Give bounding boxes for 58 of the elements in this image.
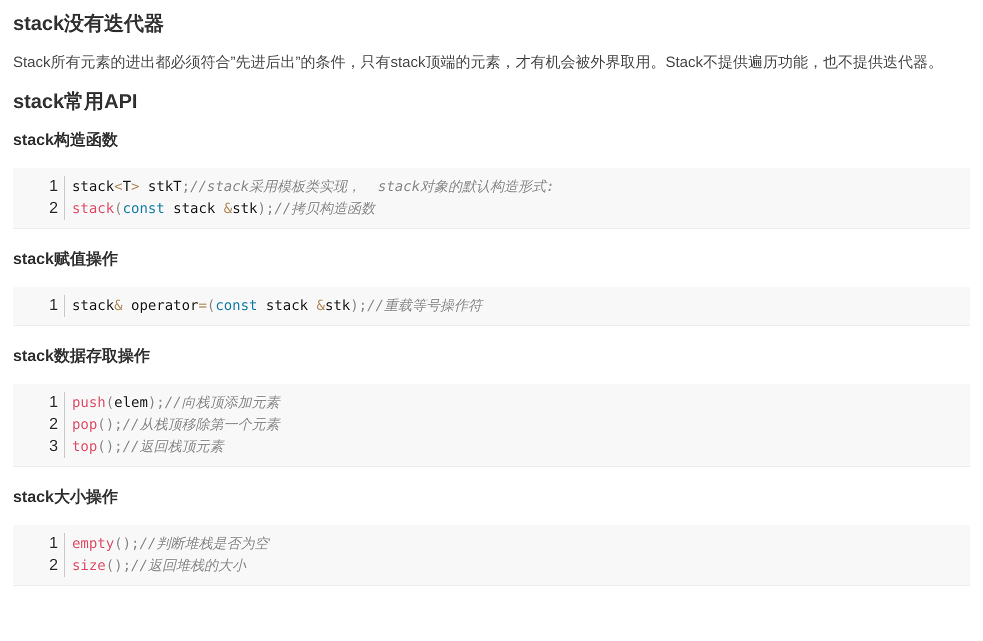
code-token: ();	[97, 438, 123, 457]
code-token: stack	[72, 200, 114, 219]
code-token: stkT	[146, 178, 182, 197]
line-number: 1	[49, 393, 58, 413]
code-token: (	[114, 200, 123, 219]
code-token: =	[198, 297, 207, 316]
code-token: );	[350, 297, 368, 316]
code-comment: //返回栈顶元素	[122, 438, 224, 457]
code-comment: //向栈顶添加元素	[164, 394, 280, 413]
code-token: stack	[264, 297, 310, 316]
code-token: ();	[106, 557, 132, 576]
section-heading: stack常用API	[13, 90, 138, 115]
code-token: );	[148, 394, 165, 413]
code-token: &	[114, 297, 123, 316]
code-token: empty	[72, 535, 114, 554]
code-token: top	[72, 438, 98, 457]
subsection-heading: stack大小操作	[13, 488, 119, 508]
code-token: <	[114, 178, 123, 197]
code-comment: //判断堆栈是否为空	[139, 535, 268, 554]
code-token: size	[72, 557, 106, 576]
code-token: ;	[182, 178, 190, 197]
line-number: 3	[49, 437, 58, 457]
code-token: stk	[232, 200, 258, 219]
code-token: stack	[172, 200, 216, 219]
code-token: ();	[114, 535, 140, 554]
code-comment: //stack采用模板类实现， stack对象的默认构造形式:	[190, 178, 554, 197]
code-token: T	[122, 178, 132, 197]
line-number: 2	[49, 415, 58, 435]
code-comment: //重载等号操作符	[367, 297, 482, 316]
code-token: ();	[97, 416, 123, 435]
line-number: 1	[49, 177, 58, 197]
code-token: const	[122, 200, 165, 219]
paragraph: Stack所有元素的进出都必须符合”先进后出”的条件，只有stack顶端的元素，才有机会被外界取用。Stack不提供遍历功能，也不提供迭代器。	[13, 53, 944, 73]
code-token: operator	[130, 297, 198, 316]
section-heading: stack没有迭代器	[13, 12, 166, 37]
code-token: elem	[114, 394, 148, 413]
line-number: 2	[49, 556, 58, 576]
code-comment: //从栈顶移除第一个元素	[122, 416, 280, 435]
code-token: const	[215, 297, 258, 316]
code-token: stk	[324, 297, 350, 316]
code-comment: //拷贝构造函数	[274, 200, 376, 219]
subsection-heading: stack数据存取操作	[13, 346, 151, 367]
line-number: 1	[49, 534, 58, 554]
code-token: stack	[72, 178, 114, 197]
code-comment: //返回堆栈的大小	[131, 557, 246, 576]
subsection-heading: stack构造函数	[13, 130, 119, 151]
code-token: &	[224, 200, 232, 219]
code-token: );	[258, 200, 274, 219]
code-token: (	[206, 297, 216, 316]
code-token: push	[72, 394, 106, 413]
line-number: 1	[49, 296, 58, 316]
code-token: >	[131, 178, 140, 197]
line-number: 2	[49, 199, 58, 219]
subsection-heading: stack赋值操作	[13, 250, 119, 270]
code-token: stack	[72, 297, 114, 316]
code-token: pop	[72, 416, 98, 435]
code-token: &	[316, 297, 325, 316]
code-token: (	[106, 394, 114, 413]
